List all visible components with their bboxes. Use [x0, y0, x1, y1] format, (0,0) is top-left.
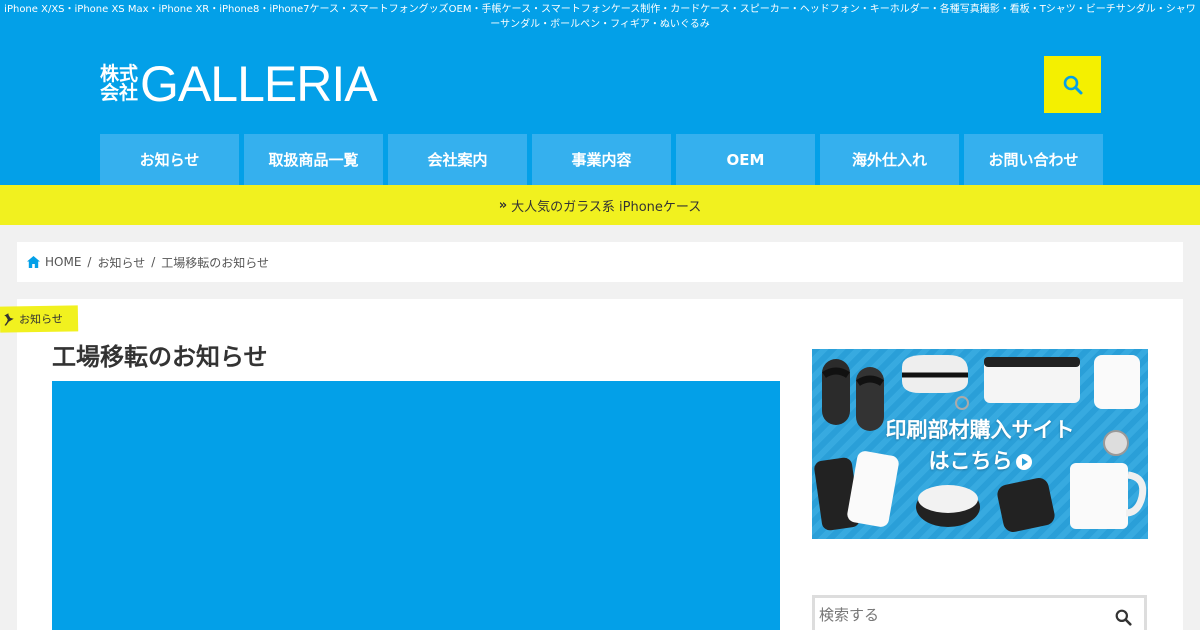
header-search-button[interactable] — [1044, 56, 1101, 113]
double-chevron-icon: » — [498, 197, 508, 213]
speaker-image — [984, 357, 1080, 403]
page-title: 工場移転のお知らせ — [52, 343, 268, 371]
key-case-image — [997, 477, 1055, 533]
cube-device-image — [1094, 355, 1140, 409]
pouch-image — [902, 355, 969, 410]
site-header: iPhone X/XS・iPhone XS Max・iPhone XR・iPho… — [0, 0, 1200, 185]
ad-line-2-text: はこちら — [928, 449, 1013, 473]
logo-kanji-bottom: 会社 — [100, 82, 139, 104]
breadcrumb-separator: / — [151, 255, 156, 269]
nav-item-oem[interactable]: OEM — [676, 134, 815, 185]
promo-banner[interactable]: » 大人気のガラス系 iPhoneケース — [0, 185, 1200, 225]
ad-line-1: 印刷部材購入サイト — [885, 418, 1075, 442]
sidebar-search-input[interactable] — [819, 606, 1099, 624]
nav-item-news[interactable]: お知らせ — [100, 134, 239, 185]
sidebar-search — [812, 595, 1147, 630]
sidebar-search-button[interactable] — [1115, 609, 1132, 626]
site-tagline: iPhone X/XS・iPhone XS Max・iPhone XR・iPho… — [4, 4, 1196, 30]
breadcrumb-item-news[interactable]: お知らせ — [97, 254, 145, 271]
featured-image — [52, 381, 780, 630]
search-icon — [1063, 75, 1082, 94]
main-nav: お知らせ 取扱商品一覧 会社案内 事業内容 OEM 海外仕入れ お問い合わせ — [100, 134, 1103, 185]
nav-item-overseas[interactable]: 海外仕入れ — [820, 134, 959, 185]
site-logo[interactable]: 株式 会社 GALLERIA — [100, 56, 378, 112]
ad-line-2: はこちら — [812, 446, 1148, 477]
promo-banner-text: 大人気のガラス系 iPhoneケース — [511, 199, 702, 215]
logo-kanji: 株式 会社 — [100, 65, 138, 103]
breadcrumb-item-current: 工場移転のお知らせ — [161, 255, 270, 270]
category-label: お知らせ — [18, 312, 63, 327]
breadcrumb-separator: / — [87, 255, 92, 269]
logo-wordmark: GALLERIA — [140, 56, 378, 112]
ad-text: 印刷部材購入サイト はこちら — [812, 415, 1148, 477]
nav-item-contact[interactable]: お問い合わせ — [964, 134, 1103, 185]
breadcrumb: HOME / お知らせ / 工場移転のお知らせ — [17, 242, 1183, 282]
nav-item-business[interactable]: 事業内容 — [532, 134, 671, 185]
search-icon — [1115, 609, 1132, 626]
nav-item-products[interactable]: 取扱商品一覧 — [244, 134, 383, 185]
sidebar-ad-banner[interactable]: 印刷部材購入サイト はこちら — [812, 349, 1148, 539]
nav-item-company[interactable]: 会社案内 — [388, 134, 527, 185]
category-badge[interactable]: お知らせ — [0, 305, 79, 333]
breadcrumb-home[interactable]: HOME — [45, 255, 81, 269]
round-case-image — [916, 485, 980, 527]
play-circle-icon — [1015, 454, 1032, 470]
home-icon — [27, 256, 40, 268]
pin-icon — [4, 313, 15, 326]
